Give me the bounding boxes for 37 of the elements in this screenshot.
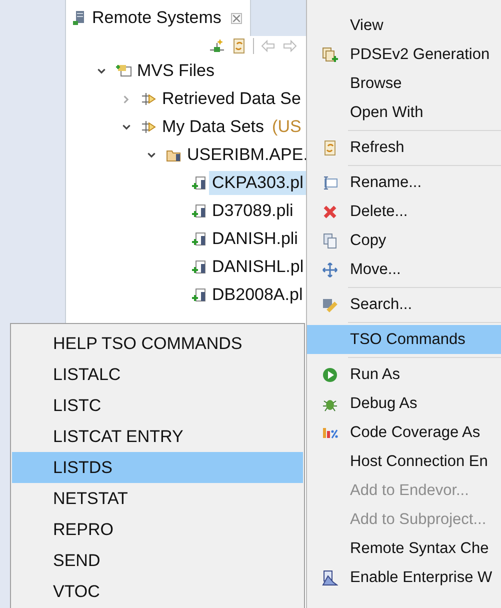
menu-item[interactable]: Copy xyxy=(307,226,501,255)
menu-item[interactable]: Delete... xyxy=(307,197,501,226)
tree-item[interactable]: USERIBM.APE. xyxy=(184,143,306,167)
menu-item[interactable]: SEND xyxy=(12,545,303,576)
tree-item-note: (US xyxy=(272,117,302,137)
tree-item[interactable]: DB2008A.pl xyxy=(209,283,306,307)
menu-item[interactable]: Debug As xyxy=(307,389,501,418)
tree-item[interactable]: DANISH.pli xyxy=(209,227,301,251)
tree-item[interactable]: Retrieved Data Se xyxy=(159,87,304,111)
menu-item[interactable]: LISTCAT ENTRY xyxy=(12,421,303,452)
menu-item[interactable]: Host Connection En xyxy=(307,447,501,476)
tree-item[interactable]: CKPA303.pl xyxy=(209,171,306,195)
menu-item[interactable]: LISTALC xyxy=(12,359,303,390)
menu-item[interactable]: Search... xyxy=(307,290,501,319)
menu-item[interactable]: Remote Syntax Che xyxy=(307,534,501,563)
menu-item[interactable]: LISTDS xyxy=(12,452,303,483)
menu-item[interactable]: Refresh xyxy=(307,133,501,162)
menu-item[interactable]: TSO Commands xyxy=(307,325,501,354)
menu-item[interactable]: LISTC xyxy=(12,390,303,421)
remote-systems-tab[interactable]: Remote Systems xyxy=(66,0,252,36)
tree-item[interactable]: D37089.pli xyxy=(209,199,296,223)
menu-item[interactable]: Open With xyxy=(307,98,501,127)
tree-item[interactable]: DANISHL.pl xyxy=(209,255,306,279)
menu-item[interactable]: HELP TSO COMMANDS xyxy=(12,328,303,359)
menu-item[interactable]: REPRO xyxy=(12,514,303,545)
menu-item[interactable]: VTOC xyxy=(12,576,303,607)
menu-item[interactable]: Browse xyxy=(307,69,501,98)
tree-item[interactable]: My Data Sets xyxy=(159,115,268,139)
menu-item[interactable]: Enable Enterprise W xyxy=(307,563,501,592)
menu-item[interactable]: Move... xyxy=(307,255,501,284)
menu-item[interactable]: Rename... xyxy=(307,168,501,197)
menu-item[interactable]: Code Coverage As xyxy=(307,418,501,447)
menu-item[interactable]: View xyxy=(307,11,501,40)
menu-item[interactable]: NETSTAT xyxy=(12,483,303,514)
tree-item[interactable]: MVS Files xyxy=(134,59,218,83)
menu-item[interactable]: PDSEv2 Generation xyxy=(307,40,501,69)
menu-item[interactable]: Run As xyxy=(307,360,501,389)
